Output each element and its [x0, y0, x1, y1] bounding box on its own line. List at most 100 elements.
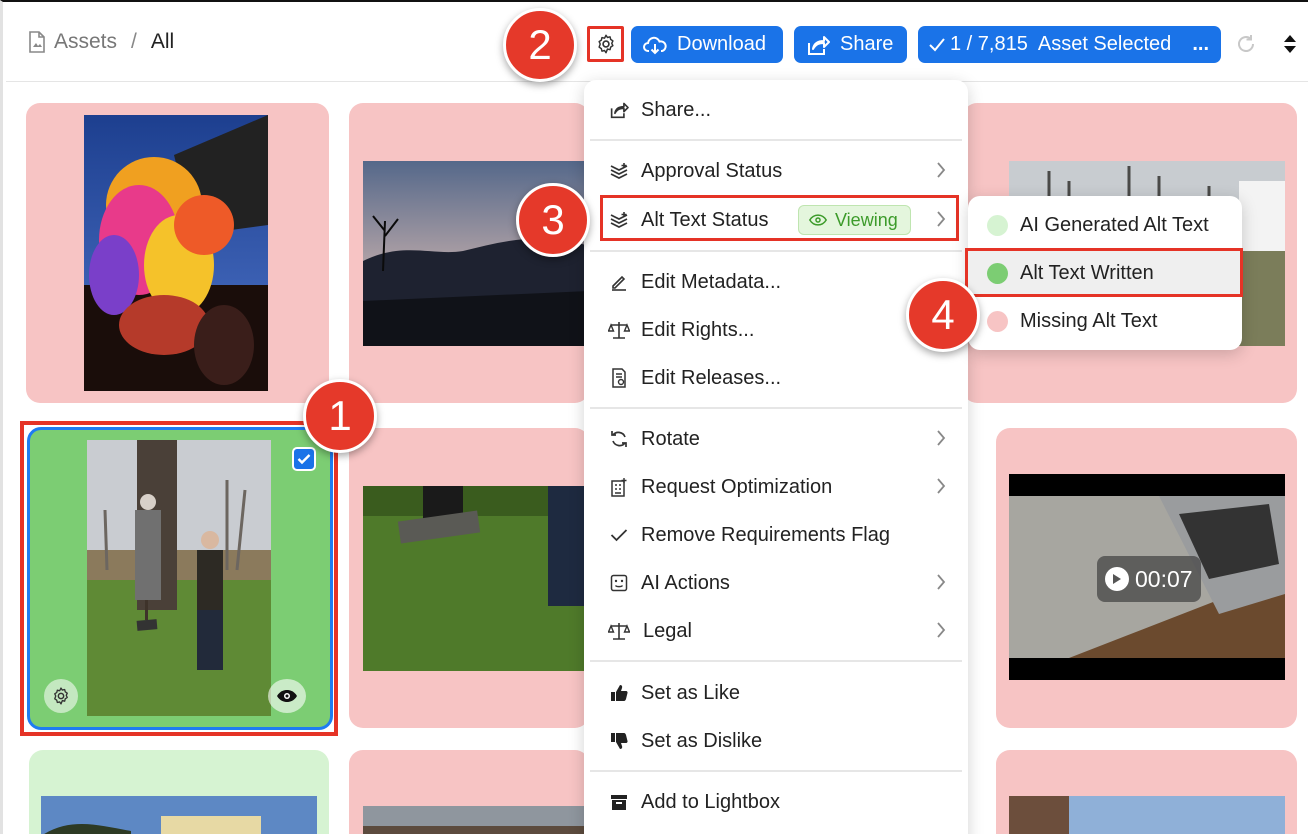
chevron-right-icon: [937, 574, 946, 590]
app-window: Assets / All Download Share 1 / 7,815 As…: [0, 0, 1308, 834]
chevron-right-icon: [937, 162, 946, 178]
breadcrumb-current: All: [150, 30, 175, 53]
ai-face-icon: [608, 572, 630, 594]
share-icon: [608, 99, 630, 121]
top-bar: Assets / All Download Share 1 / 7,815 As…: [6, 4, 1308, 82]
submenu-item-label: Missing Alt Text: [1020, 309, 1158, 332]
asset-tile[interactable]: 00:07: [996, 428, 1297, 728]
asset-tile[interactable]: [26, 103, 329, 403]
step-badge-2: 2: [503, 8, 577, 82]
video-duration-badge: 00:07: [1097, 556, 1201, 602]
more-options-label[interactable]: ...: [1192, 33, 1209, 56]
menu-divider: [590, 660, 962, 662]
menu-divider: [590, 250, 962, 252]
share-label: Share: [840, 33, 894, 55]
play-icon: [1105, 567, 1129, 591]
asset-thumbnail: [363, 806, 589, 834]
selection-count-label: 1 / 7,815 Asset Selected: [950, 33, 1172, 55]
menu-item-share[interactable]: Share...: [584, 88, 968, 132]
menu-item-remove-requirements-flag[interactable]: Remove Requirements Flag: [584, 513, 968, 557]
menu-item-label: Approval Status: [641, 159, 783, 182]
asset-tile[interactable]: [29, 750, 329, 834]
cloud-download-icon: [643, 36, 667, 54]
archive-box-icon: [608, 791, 630, 813]
breadcrumb-root-link[interactable]: Assets: [54, 30, 117, 54]
menu-item-add-lightbox[interactable]: Add to Lightbox: [584, 780, 968, 824]
submenu-item-label: AI Generated Alt Text: [1020, 213, 1209, 236]
eye-icon: [277, 690, 297, 702]
alt-text-status-highlight: [600, 195, 959, 241]
asset-tile[interactable]: [996, 750, 1297, 834]
menu-item-approval-status[interactable]: Approval Status: [584, 149, 968, 193]
asset-thumbnail: [87, 440, 271, 716]
selected-checkbox[interactable]: [292, 447, 316, 471]
download-button[interactable]: Download: [631, 26, 783, 63]
rotate-icon: [608, 428, 630, 450]
share-icon: [808, 35, 830, 55]
gear-icon: [54, 687, 68, 705]
scale-icon: [608, 620, 630, 642]
breadcrumb-separator: /: [131, 30, 137, 53]
tile-settings-button[interactable]: [44, 679, 78, 713]
menu-item-label: Set as Dislike: [641, 729, 763, 752]
asset-thumbnail: [84, 115, 268, 391]
video-duration: 00:07: [1135, 565, 1193, 592]
menu-item-label: Edit Releases...: [641, 366, 782, 389]
check-icon: [929, 37, 945, 51]
settings-gear-button[interactable]: [587, 26, 624, 62]
step-badge-4: 4: [906, 278, 980, 352]
menu-item-request-optimization[interactable]: Request Optimization: [584, 465, 968, 509]
optimize-building-icon: [608, 476, 630, 498]
file-icon: [29, 31, 45, 53]
chevron-right-icon: [937, 430, 946, 446]
document-badge-icon: [608, 367, 630, 389]
menu-item-label: Rotate: [641, 427, 700, 450]
menu-item-label: Share...: [641, 98, 712, 121]
asset-tile[interactable]: [349, 750, 589, 834]
scale-icon: [608, 319, 630, 341]
pencil-icon: [608, 271, 630, 293]
step-badge-3: 3: [516, 183, 590, 257]
menu-item-label: Request Optimization: [641, 475, 833, 498]
gear-icon: [597, 34, 614, 54]
menu-item-label: Legal: [643, 619, 692, 642]
step-badge-1: 1: [303, 379, 377, 453]
submenu-item-missing-alt-text[interactable]: Missing Alt Text: [968, 299, 1242, 343]
menu-divider: [590, 770, 962, 772]
menu-item-set-like[interactable]: Set as Like: [584, 671, 968, 715]
submenu-item-ai-generated[interactable]: AI Generated Alt Text: [968, 203, 1242, 247]
status-dot: [987, 310, 1008, 332]
menu-divider: [590, 407, 962, 409]
breadcrumb: Assets / All: [28, 30, 174, 54]
menu-item-label: Edit Rights...: [641, 318, 755, 341]
share-button[interactable]: Share: [794, 26, 907, 63]
menu-item-ai-actions[interactable]: AI Actions: [584, 561, 968, 605]
thumbs-down-icon: [608, 730, 630, 752]
download-label: Download: [677, 33, 766, 55]
menu-item-label: Add to Lightbox: [641, 790, 780, 813]
asset-thumbnail: [41, 796, 317, 834]
alt-text-written-highlight: [965, 248, 1243, 297]
status-dot: [987, 214, 1008, 236]
check-icon: [297, 454, 311, 465]
chevron-right-icon: [937, 622, 946, 638]
menu-item-label: Remove Requirements Flag: [641, 523, 890, 546]
selection-count-button[interactable]: 1 / 7,815 Asset Selected ...: [918, 26, 1221, 63]
menu-item-edit-releases[interactable]: Edit Releases...: [584, 356, 968, 400]
chevron-right-icon: [937, 478, 946, 494]
asset-thumbnail: [363, 486, 589, 671]
menu-item-rotate[interactable]: Rotate: [584, 417, 968, 461]
asset-tile[interactable]: [349, 428, 589, 728]
context-menu: Share... Approval Status Alt Text Status…: [584, 80, 968, 834]
asset-tile-selected[interactable]: [27, 427, 333, 730]
menu-item-legal[interactable]: Legal: [584, 609, 968, 653]
menu-divider: [590, 139, 962, 141]
menu-item-label: AI Actions: [641, 571, 730, 594]
menu-item-label: Edit Metadata...: [641, 270, 782, 293]
menu-item-label: Set as Like: [641, 681, 740, 704]
thumbs-up-icon: [608, 682, 630, 704]
refresh-icon[interactable]: [1235, 33, 1257, 55]
sort-icon[interactable]: [1283, 34, 1297, 54]
menu-item-set-dislike[interactable]: Set as Dislike: [584, 719, 968, 763]
tile-preview-button[interactable]: [268, 679, 306, 713]
